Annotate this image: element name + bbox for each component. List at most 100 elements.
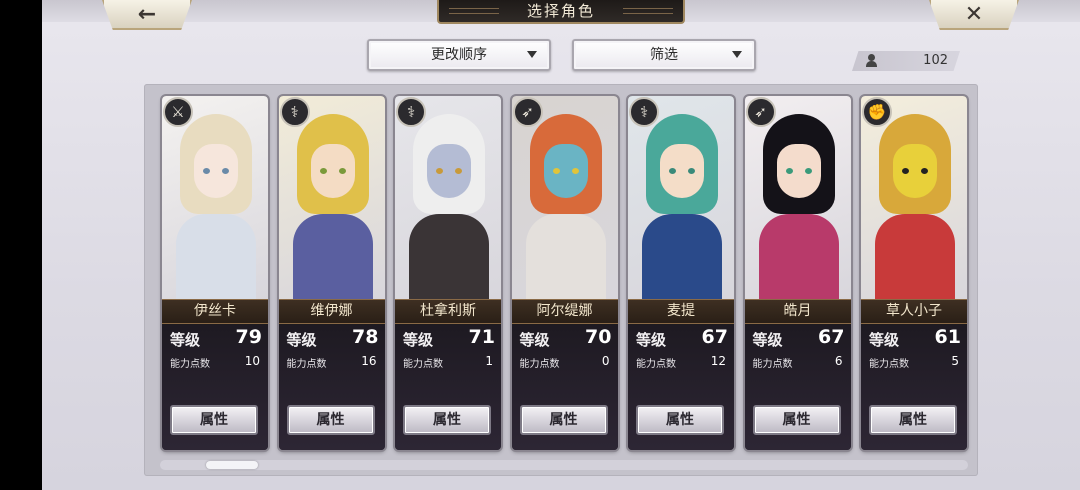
ability-points-value: 10: [244, 354, 260, 368]
horizontal-scrollbar[interactable]: [160, 460, 968, 470]
portrait-outfit: [292, 214, 373, 304]
level-value: 67: [818, 326, 845, 348]
character-stats: 等级 79 能力点数 10 属性: [162, 325, 268, 450]
ability-points-value: 6: [834, 354, 843, 368]
ability-points-value: 12: [710, 354, 726, 368]
filter-label: 筛选: [650, 47, 678, 63]
level-label: 等级: [403, 331, 434, 349]
ability-points-value: 0: [601, 354, 610, 368]
fist-icon: ✊: [862, 97, 892, 127]
back-arrow-icon: ←: [137, 1, 157, 27]
bow-icon: ➶: [745, 97, 776, 127]
filter-dropdown[interactable]: 筛选: [572, 39, 756, 71]
character-name: 杜拿利斯: [395, 299, 501, 324]
attributes-button[interactable]: 属性: [519, 405, 608, 435]
character-card[interactable]: ➶ 皓月 等级 67 能力点数 6 属性: [744, 96, 851, 450]
ability-points-label: 能力点数: [636, 359, 676, 370]
portrait-eye: [785, 168, 793, 174]
portrait-eye: [804, 168, 812, 174]
ability-points-label: 能力点数: [286, 359, 327, 370]
character-card[interactable]: ⚕ 维伊娜 等级 78 能力点数 16 属性: [278, 96, 385, 450]
attributes-button[interactable]: 属性: [403, 405, 491, 435]
back-button[interactable]: ←: [102, 0, 192, 30]
portrait-eye: [688, 168, 695, 174]
portrait-face: [776, 144, 821, 198]
attributes-button[interactable]: 属性: [752, 405, 841, 435]
portrait-outfit: [875, 214, 955, 304]
close-button[interactable]: ✕: [929, 0, 1019, 30]
character-stats: 等级 78 能力点数 16 属性: [278, 325, 385, 450]
character-stats: 等级 61 能力点数 5 属性: [861, 325, 967, 450]
attributes-button[interactable]: 属性: [286, 405, 375, 435]
character-select-screen: ← 选择角色 ✕ 更改顺序 筛选 102 ⚔ 伊丝卡 等级 79 能力点数 10: [42, 0, 1080, 490]
portrait-face: [194, 144, 238, 198]
portrait-eye: [338, 168, 346, 174]
portrait-outfit: [525, 214, 606, 304]
level-value: 70: [585, 326, 612, 348]
character-name: 阿尔缇娜: [511, 299, 618, 324]
portrait-face: [427, 144, 471, 198]
portrait-outfit: [409, 214, 489, 304]
character-card[interactable]: ⚔ 伊丝卡 等级 79 能力点数 10 属性: [162, 96, 268, 450]
attributes-button[interactable]: 属性: [636, 405, 724, 435]
ability-points-label: 能力点数: [403, 359, 443, 370]
portrait-outfit: [176, 214, 256, 304]
staff-icon: ⚕: [629, 97, 659, 127]
character-card[interactable]: ⚕ 麦提 等级 67 能力点数 12 属性: [628, 96, 734, 450]
level-label: 等级: [636, 331, 667, 349]
staff-icon: ⚕: [396, 97, 426, 127]
character-count: 102: [852, 51, 960, 71]
close-icon: ✕: [964, 1, 984, 27]
portrait-face: [543, 144, 588, 198]
character-stats: 等级 71 能力点数 1 属性: [395, 325, 501, 450]
portrait-outfit: [758, 214, 839, 304]
portrait-outfit: [642, 214, 722, 304]
ability-points-value: 16: [361, 354, 377, 368]
level-label: 等级: [869, 331, 900, 349]
character-name: 维伊娜: [278, 299, 385, 324]
portrait-eye: [222, 168, 229, 174]
page-title: 选择角色: [437, 0, 685, 24]
character-card[interactable]: ➶ 阿尔缇娜 等级 70 能力点数 0 属性: [511, 96, 618, 450]
ability-points-value: 1: [485, 354, 493, 368]
character-name: 麦提: [628, 299, 734, 324]
level-value: 71: [468, 326, 495, 348]
character-stats: 等级 67 能力点数 6 属性: [744, 325, 851, 450]
scrollbar-thumb[interactable]: [206, 461, 258, 469]
portrait-eye: [203, 168, 210, 174]
character-card[interactable]: ⚕ 杜拿利斯 等级 71 能力点数 1 属性: [395, 96, 501, 450]
user-icon: [866, 54, 877, 67]
ability-points-label: 能力点数: [170, 359, 210, 370]
staff-icon: ⚕: [279, 97, 310, 127]
portrait-face: [893, 144, 937, 198]
attributes-button[interactable]: 属性: [869, 405, 957, 435]
portrait-eye: [921, 168, 928, 174]
level-value: 78: [352, 326, 379, 348]
level-value: 67: [701, 326, 728, 348]
level-label: 等级: [170, 331, 201, 349]
sort-order-label: 更改顺序: [431, 47, 487, 63]
portrait-eye: [571, 168, 579, 174]
ability-points-value: 5: [951, 354, 959, 368]
attributes-button[interactable]: 属性: [170, 405, 258, 435]
character-name: 伊丝卡: [162, 299, 268, 324]
portrait-eye: [902, 168, 909, 174]
portrait-eye: [436, 168, 443, 174]
ability-points-label: 能力点数: [519, 359, 560, 370]
sort-order-dropdown[interactable]: 更改顺序: [367, 39, 551, 71]
ability-points-label: 能力点数: [869, 359, 909, 370]
ability-points-label: 能力点数: [752, 359, 793, 370]
level-value: 61: [934, 326, 961, 348]
portrait-eye: [319, 168, 327, 174]
chevron-down-icon: [732, 51, 742, 58]
level-label: 等级: [752, 331, 783, 349]
portrait-face: [660, 144, 704, 198]
character-name: 皓月: [744, 299, 851, 324]
level-label: 等级: [519, 331, 550, 349]
portrait-face: [310, 144, 355, 198]
chevron-down-icon: [527, 51, 537, 58]
sword-icon: ⚔: [163, 97, 193, 127]
character-card[interactable]: ✊ 草人小子 等级 61 能力点数 5 属性: [861, 96, 967, 450]
character-name: 草人小子: [861, 299, 967, 324]
character-stats: 等级 67 能力点数 12 属性: [628, 325, 734, 450]
